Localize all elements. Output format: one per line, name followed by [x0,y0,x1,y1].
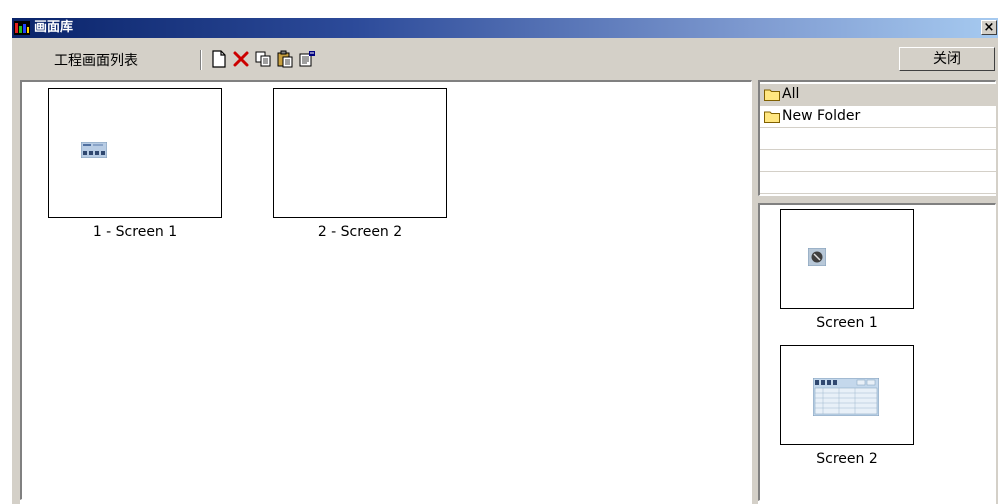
knob-preview-image [808,248,826,266]
delete-icon[interactable] [232,50,250,68]
library-thumbnail-2[interactable] [780,345,914,445]
library-label-2: Screen 2 [816,451,878,467]
folder-icon [764,111,780,123]
toolbar: 工程画面列表 关闭 [12,38,998,80]
screen-label-1: 1 - Screen 1 [92,224,178,240]
window-title: 画面库 [34,20,74,35]
project-screens-panel: 1 - Screen 1 2 - Screen 2 [20,80,752,500]
window-edge [0,80,12,504]
paste-icon[interactable] [276,50,294,68]
library-label-1: Screen 1 [816,315,878,331]
folder-label: New Folder [782,108,861,124]
splitter-horizontal[interactable] [758,196,998,203]
title-bar: 画面库 × [12,18,998,38]
close-button[interactable]: 关闭 [899,47,995,71]
screen-thumbnail-2[interactable] [273,88,447,218]
copy-icon[interactable] [254,50,272,68]
screen-thumbnail-1[interactable] [48,88,222,218]
app-icon [14,21,30,35]
library-thumbnail-1[interactable] [780,209,914,309]
properties-icon[interactable] [298,50,316,68]
library-screens-panel: Screen 1 Screen 2 [758,203,996,501]
screen-preview-image [81,142,107,158]
screen-label-2: 2 - Screen 2 [317,224,403,240]
folder-list: All New Folder [758,80,996,196]
folder-item-new-folder[interactable]: New Folder [760,106,996,128]
folder-icon [764,89,780,101]
folder-row-empty [760,128,996,150]
new-document-icon[interactable] [210,50,228,68]
project-screen-list-title: 工程画面列表 [54,53,138,69]
frame-strip [12,80,20,504]
folder-label: All [782,86,800,102]
folder-row-empty [760,172,996,194]
toolbar-separator [200,50,202,70]
table-preview-image [813,378,879,416]
folder-item-all[interactable]: All [760,84,996,106]
window-close-button[interactable]: × [981,20,997,35]
folder-row-empty [760,150,996,172]
